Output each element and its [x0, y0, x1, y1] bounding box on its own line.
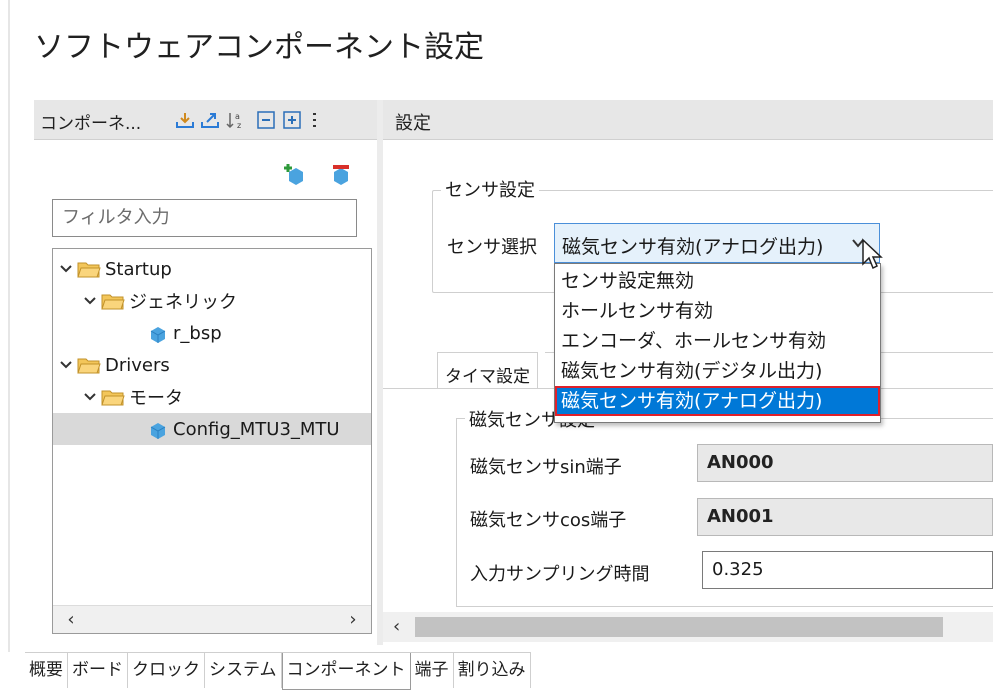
scrollbar-thumb[interactable] [415, 617, 943, 637]
dropdown-option[interactable]: ホールセンサ有効 [555, 296, 880, 326]
bottom-tab-bar: 概要 ボード クロック システム コンポーネント 端子 割り込み [25, 652, 531, 690]
import-icon[interactable] [175, 110, 195, 130]
sin-pin-label: 磁気センサsin端子 [470, 457, 622, 478]
tree-node-motor[interactable]: モータ [83, 381, 183, 413]
collapse-all-icon[interactable] [256, 110, 276, 130]
sampling-time-label: 入力サンプリング時間 [470, 564, 650, 585]
sensor-select-dropdown: センサ設定無効 ホールセンサ有効 エンコーダ、ホールセンサ有効 磁気センサ有効(… [554, 263, 881, 423]
component-cube-icon [150, 327, 166, 343]
page-title: ソフトウェアコンポーネント設定 [34, 30, 484, 65]
folder-icon [101, 390, 125, 406]
expand-all-icon[interactable] [282, 110, 302, 130]
tree-node-r-bsp[interactable]: r_bsp [145, 317, 222, 349]
chevron-down-icon[interactable] [59, 262, 73, 276]
svg-text:z: z [237, 121, 241, 130]
sensor-select-value: 磁気センサ有効(アナログ出力) [562, 236, 824, 258]
component-tree: Startup ジェネリック r_bsp Drivers モータ Config_… [52, 248, 372, 634]
tree-node-label: Drivers [105, 354, 170, 376]
tree-node-label: Startup [105, 258, 172, 280]
dropdown-option[interactable]: センサ設定無効 [555, 266, 880, 296]
more-icon[interactable] [306, 110, 316, 130]
tab-board[interactable]: ボード [68, 653, 128, 688]
tab-system[interactable]: システム [205, 653, 282, 688]
tab-interrupts[interactable]: 割り込み [453, 653, 531, 688]
scroll-right-icon[interactable]: › [343, 610, 363, 630]
filter-input[interactable]: フィルタ入力 [52, 199, 357, 237]
cos-pin-label: 磁気センサcos端子 [470, 510, 627, 531]
chevron-down-icon[interactable] [83, 390, 97, 404]
tab-clock[interactable]: クロック [128, 653, 205, 688]
cos-pin-field[interactable]: AN001 [697, 498, 993, 536]
sensor-settings-legend: センサ設定 [441, 176, 539, 202]
tree-node-config-mtu3[interactable]: Config_MTU3_MTU [53, 413, 371, 445]
tree-node-label: ジェネリック [129, 292, 237, 313]
chevron-down-icon[interactable] [59, 358, 73, 372]
scroll-left-icon[interactable]: ‹ [393, 616, 400, 637]
svg-text:a: a [235, 112, 240, 121]
settings-panel-header: 設定 [383, 100, 993, 140]
window-left-edge [8, 0, 10, 652]
sampling-time-input[interactable]: 0.325 [702, 551, 993, 589]
tab-pins[interactable]: 端子 [410, 653, 454, 688]
tree-node-label: r_bsp [173, 322, 222, 344]
folder-icon [77, 358, 101, 374]
tab-overview[interactable]: 概要 [25, 653, 68, 688]
tree-node-startup[interactable]: Startup [59, 253, 172, 285]
sin-pin-field[interactable]: AN000 [697, 444, 993, 482]
mouse-cursor-icon [860, 238, 888, 272]
sort-icon[interactable]: az [226, 110, 246, 130]
tree-node-label: Config_MTU3_MTU [173, 418, 340, 440]
tree-horizontal-scrollbar[interactable]: ‹ › [53, 605, 371, 633]
add-component-icon[interactable] [283, 162, 307, 186]
settings-panel-title: 設定 [395, 113, 431, 134]
folder-icon [101, 294, 125, 310]
tree-node-drivers[interactable]: Drivers [59, 349, 170, 381]
tree-node-generic[interactable]: ジェネリック [83, 285, 237, 317]
sensor-select-label: センサ選択 [447, 237, 537, 258]
tree-node-label: モータ [129, 388, 183, 409]
tab-component[interactable]: コンポーネント [281, 653, 411, 690]
component-panel-title: コンポーネ... [40, 114, 142, 134]
settings-horizontal-scrollbar[interactable]: ‹ [383, 612, 993, 642]
sensor-select-combobox[interactable]: 磁気センサ有効(アナログ出力) [554, 223, 880, 263]
tab-timer-settings[interactable]: タイマ設定 [437, 352, 538, 388]
remove-component-icon[interactable] [329, 162, 353, 186]
export-icon[interactable] [200, 110, 220, 130]
dropdown-option-selected[interactable]: 磁気センサ有効(アナログ出力) [555, 386, 880, 416]
component-cube-icon [150, 423, 166, 439]
component-panel-header: コンポーネ... az [34, 100, 377, 140]
chevron-down-icon[interactable] [83, 294, 97, 308]
dropdown-option[interactable]: エンコーダ、ホールセンサ有効 [555, 326, 880, 356]
dropdown-option[interactable]: 磁気センサ有効(デジタル出力) [555, 356, 880, 386]
folder-icon [77, 262, 101, 278]
scroll-left-icon[interactable]: ‹ [61, 610, 81, 630]
